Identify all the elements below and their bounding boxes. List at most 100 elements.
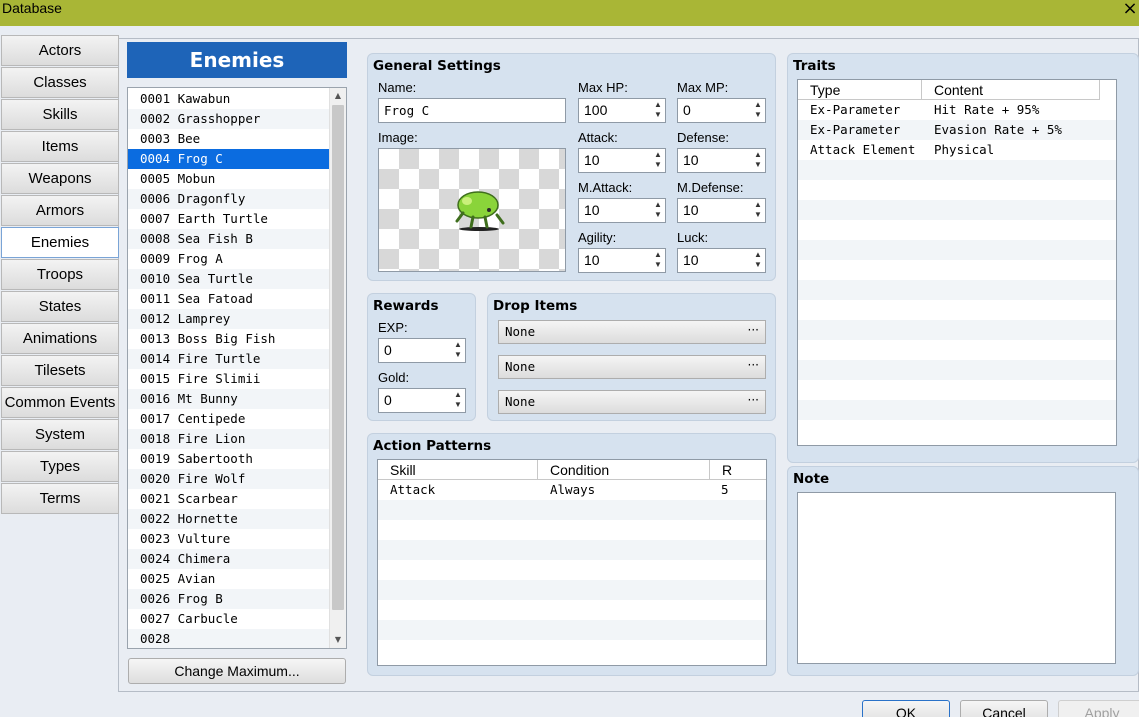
tab-common-events[interactable]: Common Events bbox=[1, 387, 119, 418]
list-item[interactable]: 0022 Hornette bbox=[128, 509, 330, 529]
table-row[interactable]: Ex-Parameter Hit Rate + 95% bbox=[798, 100, 1116, 120]
table-row[interactable] bbox=[378, 540, 766, 560]
action-patterns-table[interactable]: Skill Condition R Attack Always 5 bbox=[377, 459, 767, 666]
note-textarea[interactable] bbox=[797, 492, 1116, 664]
spinner-icon[interactable]: ▲ ▼ bbox=[753, 200, 763, 221]
max-mp-field[interactable]: 0 ▲ ▼ bbox=[677, 98, 766, 123]
list-item[interactable]: 0019 Sabertooth bbox=[128, 449, 330, 469]
list-item[interactable]: 0028 bbox=[128, 629, 330, 648]
list-item[interactable]: 0018 Fire Lion bbox=[128, 429, 330, 449]
spinner-icon[interactable]: ▲ ▼ bbox=[753, 100, 763, 121]
exp-field[interactable]: 0 ▲ ▼ bbox=[378, 338, 466, 363]
list-item[interactable]: 0005 Mobun bbox=[128, 169, 330, 189]
gold-field[interactable]: 0 ▲ ▼ bbox=[378, 388, 466, 413]
table-row[interactable] bbox=[798, 200, 1116, 220]
list-item[interactable]: 0023 Vulture bbox=[128, 529, 330, 549]
attack-field[interactable]: 10 ▲ ▼ bbox=[578, 148, 666, 173]
tab-classes[interactable]: Classes bbox=[1, 67, 119, 98]
spinner-icon[interactable]: ▲ ▼ bbox=[653, 100, 663, 121]
name-field[interactable]: Frog C bbox=[378, 98, 566, 123]
list-item[interactable]: 0003 Bee bbox=[128, 129, 330, 149]
list-item[interactable]: 0014 Fire Turtle bbox=[128, 349, 330, 369]
spinner-icon[interactable]: ▲ ▼ bbox=[753, 150, 763, 171]
column-header[interactable]: Condition bbox=[538, 460, 710, 480]
list-item[interactable]: 0012 Lamprey bbox=[128, 309, 330, 329]
table-row[interactable] bbox=[798, 380, 1116, 400]
drop-item-button[interactable]: None ··· bbox=[498, 390, 766, 414]
scroll-down-icon[interactable]: ▼ bbox=[330, 632, 346, 648]
close-icon[interactable]: × bbox=[1121, 0, 1139, 21]
tab-terms[interactable]: Terms bbox=[1, 483, 119, 514]
list-item[interactable]: 0013 Boss Big Fish bbox=[128, 329, 330, 349]
table-row[interactable] bbox=[798, 340, 1116, 360]
table-row[interactable] bbox=[798, 400, 1116, 420]
list-item[interactable]: 0017 Centipede bbox=[128, 409, 330, 429]
max-hp-field[interactable]: 100 ▲ ▼ bbox=[578, 98, 666, 123]
table-row[interactable] bbox=[378, 600, 766, 620]
column-header[interactable]: Content bbox=[922, 80, 1100, 100]
ok-button[interactable]: OK bbox=[862, 700, 950, 717]
agility-field[interactable]: 10 ▲ ▼ bbox=[578, 248, 666, 273]
list-item[interactable]: 0025 Avian bbox=[128, 569, 330, 589]
table-row[interactable] bbox=[798, 320, 1116, 340]
apply-button[interactable]: Apply bbox=[1058, 700, 1139, 717]
table-row[interactable] bbox=[378, 520, 766, 540]
spinner-icon[interactable]: ▲ ▼ bbox=[453, 390, 463, 411]
tab-animations[interactable]: Animations bbox=[1, 323, 119, 354]
list-item[interactable]: 0021 Scarbear bbox=[128, 489, 330, 509]
list-item[interactable]: 0024 Chimera bbox=[128, 549, 330, 569]
table-row[interactable] bbox=[798, 240, 1116, 260]
tab-actors[interactable]: Actors bbox=[1, 35, 119, 66]
tab-items[interactable]: Items bbox=[1, 131, 119, 162]
list-item[interactable]: 0001 Kawabun bbox=[128, 89, 330, 109]
column-header[interactable]: R bbox=[710, 460, 766, 480]
column-header[interactable]: Type bbox=[798, 80, 922, 100]
spinner-icon[interactable]: ▲ ▼ bbox=[453, 340, 463, 361]
tab-armors[interactable]: Armors bbox=[1, 195, 119, 226]
traits-table[interactable]: Type Content Ex-Parameter Hit Rate + 95%… bbox=[797, 79, 1117, 446]
m-defense-field[interactable]: 10 ▲ ▼ bbox=[677, 198, 766, 223]
table-row[interactable] bbox=[378, 620, 766, 640]
spinner-icon[interactable]: ▲ ▼ bbox=[753, 250, 763, 271]
list-item-selected[interactable]: 0004 Frog C bbox=[128, 149, 330, 169]
enemy-list[interactable]: 0001 Kawabun 0002 Grasshopper 0003 Bee 0… bbox=[127, 87, 347, 649]
change-maximum-button[interactable]: Change Maximum... bbox=[128, 658, 346, 684]
list-item[interactable]: 0007 Earth Turtle bbox=[128, 209, 330, 229]
list-item[interactable]: 0009 Frog A bbox=[128, 249, 330, 269]
tab-tilesets[interactable]: Tilesets bbox=[1, 355, 119, 386]
drop-item-button[interactable]: None ··· bbox=[498, 320, 766, 344]
spinner-icon[interactable]: ▲ ▼ bbox=[653, 250, 663, 271]
tab-states[interactable]: States bbox=[1, 291, 119, 322]
table-row[interactable]: Ex-Parameter Evasion Rate + 5% bbox=[798, 120, 1116, 140]
table-row[interactable]: Attack Always 5 bbox=[378, 480, 766, 500]
enemy-image[interactable] bbox=[378, 148, 566, 272]
scroll-thumb[interactable] bbox=[332, 105, 344, 610]
table-row[interactable]: Attack Element Physical bbox=[798, 140, 1116, 160]
list-item[interactable]: 0002 Grasshopper bbox=[128, 109, 330, 129]
tab-types[interactable]: Types bbox=[1, 451, 119, 482]
list-item[interactable]: 0011 Sea Fatoad bbox=[128, 289, 330, 309]
list-item[interactable]: 0026 Frog B bbox=[128, 589, 330, 609]
tab-troops[interactable]: Troops bbox=[1, 259, 119, 290]
table-row[interactable] bbox=[798, 220, 1116, 240]
tab-skills[interactable]: Skills bbox=[1, 99, 119, 130]
table-row[interactable] bbox=[798, 260, 1116, 280]
table-row[interactable] bbox=[378, 500, 766, 520]
list-scrollbar[interactable]: ▲ ▼ bbox=[329, 88, 346, 648]
list-item[interactable]: 0016 Mt Bunny bbox=[128, 389, 330, 409]
table-row[interactable] bbox=[798, 160, 1116, 180]
column-header[interactable]: Skill bbox=[378, 460, 538, 480]
drop-item-button[interactable]: None ··· bbox=[498, 355, 766, 379]
list-item[interactable]: 0015 Fire Slimii bbox=[128, 369, 330, 389]
luck-field[interactable]: 10 ▲ ▼ bbox=[677, 248, 766, 273]
list-item[interactable]: 0027 Carbucle bbox=[128, 609, 330, 629]
table-row[interactable] bbox=[798, 420, 1116, 440]
spinner-icon[interactable]: ▲ ▼ bbox=[653, 150, 663, 171]
defense-field[interactable]: 10 ▲ ▼ bbox=[677, 148, 766, 173]
tab-system[interactable]: System bbox=[1, 419, 119, 450]
table-row[interactable] bbox=[798, 300, 1116, 320]
list-item[interactable]: 0008 Sea Fish B bbox=[128, 229, 330, 249]
table-row[interactable] bbox=[798, 280, 1116, 300]
table-row[interactable] bbox=[378, 560, 766, 580]
list-item[interactable]: 0006 Dragonfly bbox=[128, 189, 330, 209]
